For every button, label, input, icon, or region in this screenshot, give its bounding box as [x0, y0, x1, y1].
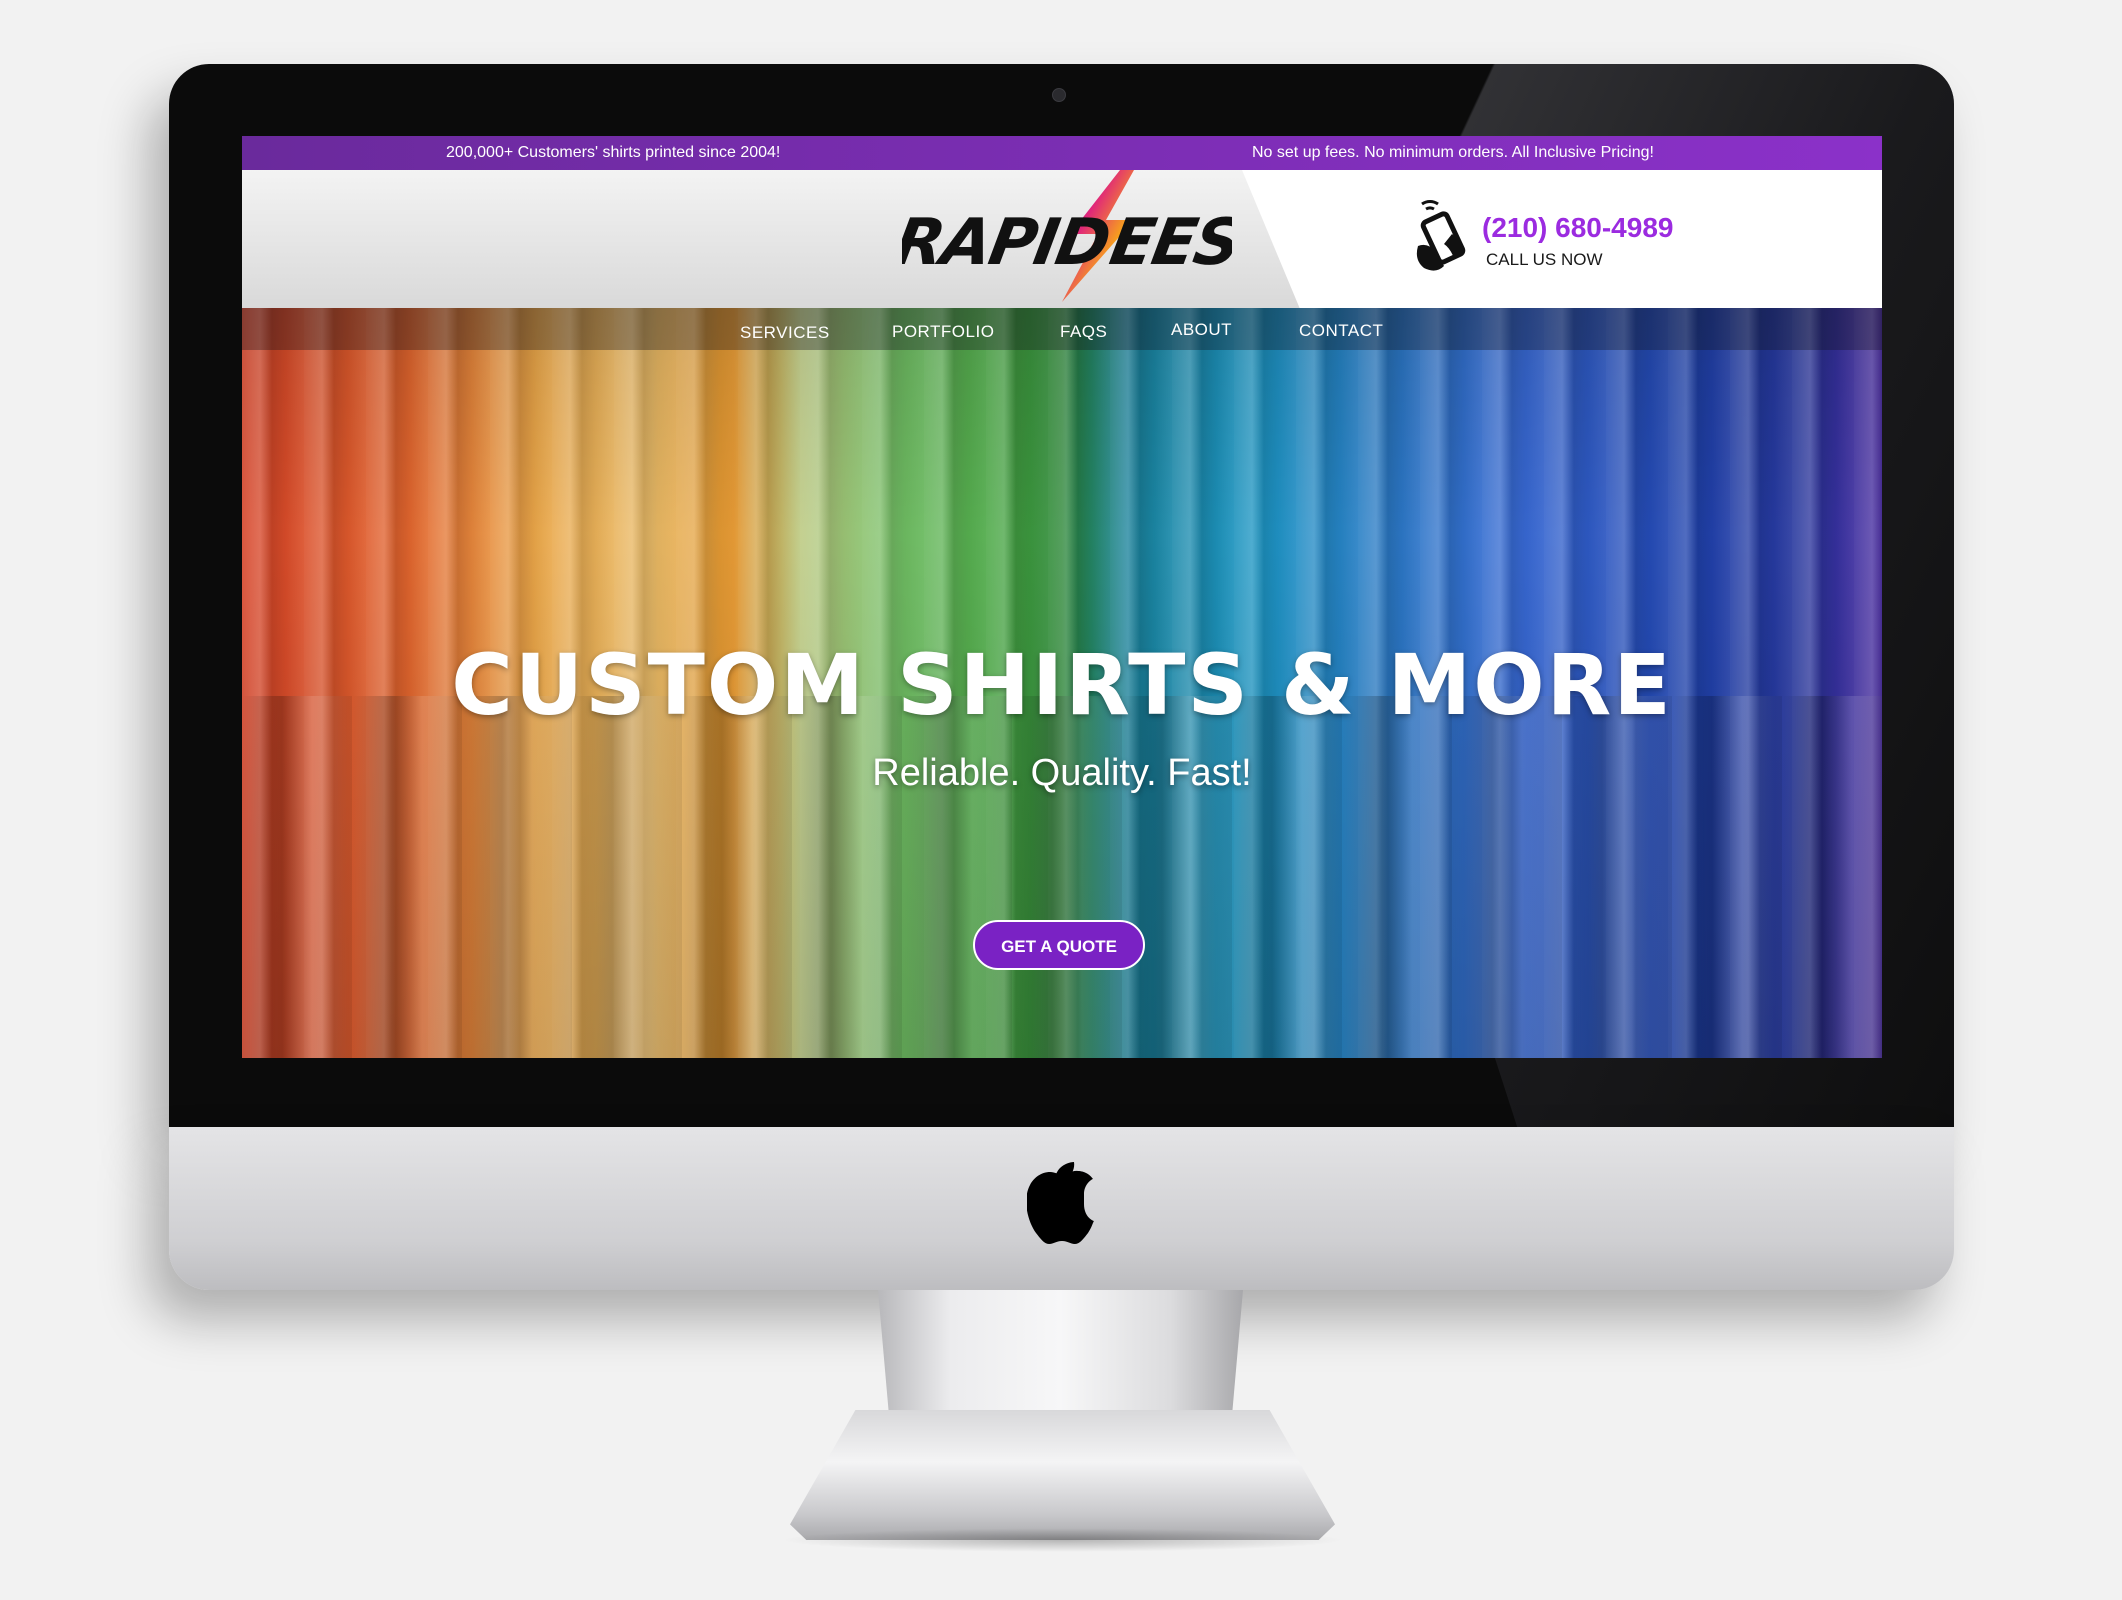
apple-logo-icon: [1027, 1162, 1094, 1244]
get-a-quote-button[interactable]: GET A QUOTE: [973, 920, 1145, 970]
camera-icon: [1052, 88, 1066, 102]
imac-stand-foot: [790, 1410, 1335, 1540]
phone-number[interactable]: (210) 680-4989: [1482, 212, 1673, 244]
stand-shadow: [780, 1528, 1345, 1552]
announcement-bar: 200,000+ Customers' shirts printed since…: [242, 136, 1882, 170]
imac-stand-neck: [878, 1290, 1243, 1415]
main-nav: SERVICES PORTFOLIO FAQS ABOUT CONTACT: [242, 308, 1882, 350]
nav-services[interactable]: SERVICES: [740, 323, 830, 343]
announcement-right: No set up fees. No minimum orders. All I…: [1252, 144, 1654, 161]
nav-about[interactable]: ABOUT: [1171, 320, 1232, 340]
hero-title: CUSTOM SHIRTS & MORE: [451, 636, 1673, 734]
phone-icon: [1416, 199, 1466, 271]
nav-contact[interactable]: CONTACT: [1299, 321, 1383, 341]
nav-faqs[interactable]: FAQS: [1060, 322, 1107, 342]
call-us-now-label: CALL US NOW: [1486, 250, 1603, 269]
svg-text:EES: EES: [1105, 205, 1232, 279]
svg-text:RAPID: RAPID: [902, 205, 1114, 279]
nav-portfolio[interactable]: PORTFOLIO: [892, 322, 994, 342]
website-screen: 200,000+ Customers' shirts printed since…: [242, 136, 1882, 1058]
hero-subtitle: Reliable. Quality. Fast!: [872, 752, 1252, 794]
site-header: RAPID EES (210) 680-4989 CALL US NOW: [242, 170, 1882, 308]
rapid-tees-logo[interactable]: RAPID EES: [902, 170, 1232, 302]
hero-shirt-hems: [242, 696, 1882, 1058]
announcement-left: 200,000+ Customers' shirts printed since…: [446, 144, 781, 161]
